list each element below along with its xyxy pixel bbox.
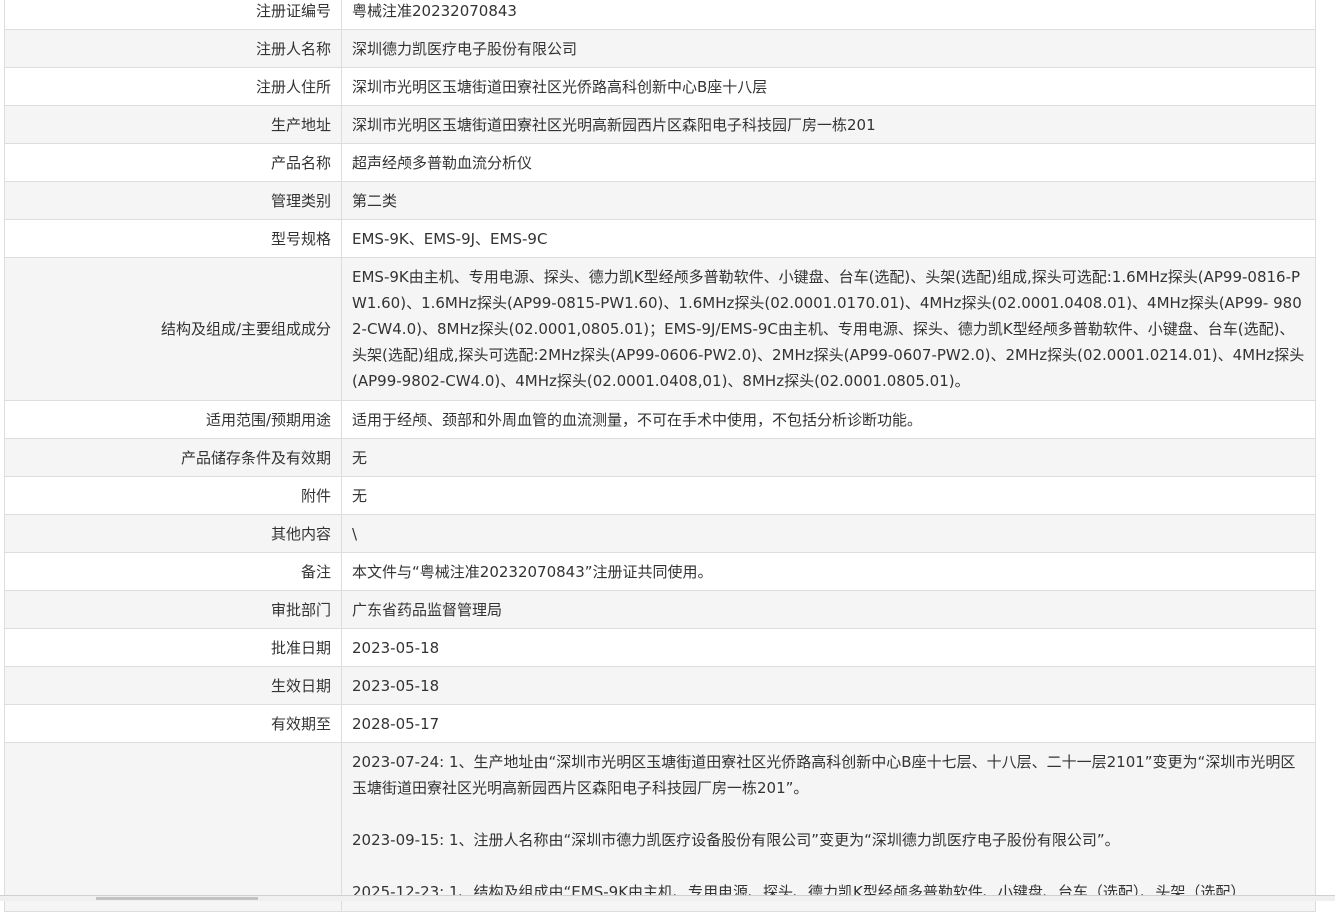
table-row: 注册人住所 深圳市光明区玉塘街道田寮社区光侨路高科创新中心B座十八层 (4, 67, 1316, 106)
row-value: 粤械注准20232070843 (341, 0, 1316, 30)
table-row: 生产地址 深圳市光明区玉塘街道田寮社区光明高新园西片区森阳电子科技园厂房一栋20… (4, 105, 1316, 144)
row-label: 结构及组成/主要组成成分 (4, 257, 342, 401)
row-label: 有效期至 (4, 704, 342, 743)
table-row: 注册证编号 粤械注准20232070843 (4, 0, 1316, 30)
table-row: 审批部门 广东省药品监督管理局 (4, 590, 1316, 629)
row-label: 备注 (4, 552, 342, 591)
row-value: 深圳德力凯医疗电子股份有限公司 (341, 29, 1316, 68)
table-row: 备注 本文件与“粤械注准20232070843”注册证共同使用。 (4, 552, 1316, 591)
change-entry: 2023-09-15: 1、注册人名称由“深圳市德力凯医疗设备股份有限公司”变更… (352, 831, 1120, 849)
row-label: 生效日期 (4, 666, 342, 705)
row-value: 深圳市光明区玉塘街道田寮社区光明高新园西片区森阳电子科技园厂房一栋201 (341, 105, 1316, 144)
row-label: 产品储存条件及有效期 (4, 438, 342, 477)
table-row: 附件 无 (4, 476, 1316, 515)
table-row: 管理类别 第二类 (4, 181, 1316, 220)
row-value: EMS-9K由主机、专用电源、探头、德力凯K型经颅多普勒软件、小键盘、台车(选配… (341, 257, 1316, 401)
table-row: 产品储存条件及有效期 无 (4, 438, 1316, 477)
row-label: 注册人名称 (4, 29, 342, 68)
row-value: EMS-9K、EMS-9J、EMS-9C (341, 219, 1316, 258)
change-entry: 2025-12-23: 1、结构及组成由“EMS-9K由主机、专用电源、探头、德… (352, 883, 1246, 901)
row-label: 注册证编号 (4, 0, 342, 30)
row-label: 附件 (4, 476, 342, 515)
row-label-empty (4, 742, 342, 912)
table-row: 生效日期 2023-05-18 (4, 666, 1316, 705)
row-label: 审批部门 (4, 590, 342, 629)
table-body: 注册证编号 粤械注准20232070843 注册人名称 深圳德力凯医疗电子股份有… (4, 0, 1316, 912)
row-value: 2023-05-18 (341, 628, 1316, 667)
row-label: 批准日期 (4, 628, 342, 667)
row-label: 注册人住所 (4, 67, 342, 106)
row-value: 本文件与“粤械注准20232070843”注册证共同使用。 (341, 552, 1316, 591)
row-value: 适用于经颅、颈部和外周血管的血流测量，不可在手术中使用，不包括分析诊断功能。 (341, 400, 1316, 439)
table-row: 其他内容 \ (4, 514, 1316, 553)
row-value: 超声经颅多普勒血流分析仪 (341, 143, 1316, 182)
row-value: 第二类 (341, 181, 1316, 220)
table-row: 批准日期 2023-05-18 (4, 628, 1316, 667)
table-row: 结构及组成/主要组成成分 EMS-9K由主机、专用电源、探头、德力凯K型经颅多普… (4, 257, 1316, 401)
row-label: 生产地址 (4, 105, 342, 144)
change-history-row: 2023-07-24: 1、生产地址由“深圳市光明区玉塘街道田寮社区光侨路高科创… (4, 742, 1316, 912)
row-label: 管理类别 (4, 181, 342, 220)
row-value: 无 (341, 438, 1316, 477)
table-row: 型号规格 EMS-9K、EMS-9J、EMS-9C (4, 219, 1316, 258)
change-entry: 2023-07-24: 1、生产地址由“深圳市光明区玉塘街道田寮社区光侨路高科创… (352, 753, 1296, 797)
row-value: \ (341, 514, 1316, 553)
row-label: 适用范围/预期用途 (4, 400, 342, 439)
change-history: 2023-07-24: 1、生产地址由“深圳市光明区玉塘街道田寮社区光侨路高科创… (341, 742, 1316, 912)
table-row: 有效期至 2028-05-17 (4, 704, 1316, 743)
horizontal-scrollbar[interactable] (0, 895, 1335, 901)
row-value: 2023-05-18 (341, 666, 1316, 705)
table-row: 注册人名称 深圳德力凯医疗电子股份有限公司 (4, 29, 1316, 68)
row-label: 型号规格 (4, 219, 342, 258)
registration-detail-table: 注册证编号 粤械注准20232070843 注册人名称 深圳德力凯医疗电子股份有… (4, 0, 1316, 912)
row-value: 广东省药品监督管理局 (341, 590, 1316, 629)
row-value: 深圳市光明区玉塘街道田寮社区光侨路高科创新中心B座十八层 (341, 67, 1316, 106)
table-row: 适用范围/预期用途 适用于经颅、颈部和外周血管的血流测量，不可在手术中使用，不包… (4, 400, 1316, 439)
row-value: 无 (341, 476, 1316, 515)
row-label: 其他内容 (4, 514, 342, 553)
row-value: 2028-05-17 (341, 704, 1316, 743)
row-label: 产品名称 (4, 143, 342, 182)
table-row: 产品名称 超声经颅多普勒血流分析仪 (4, 143, 1316, 182)
